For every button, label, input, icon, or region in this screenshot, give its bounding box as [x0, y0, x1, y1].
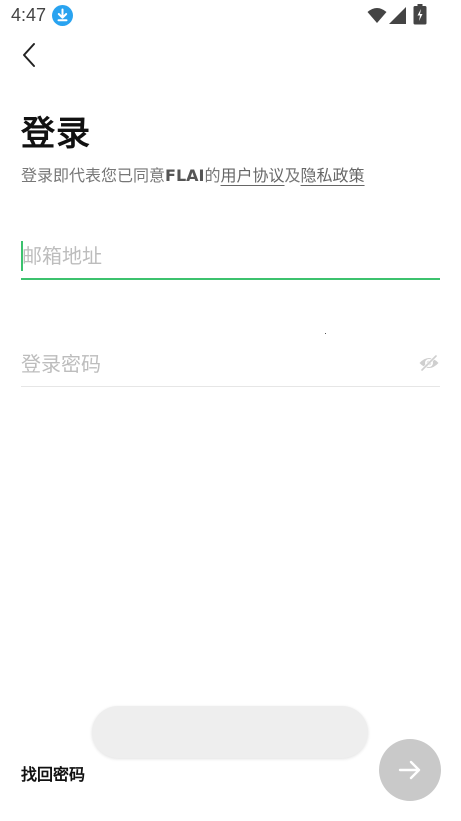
privacy-link[interactable]: 隐私政策: [301, 166, 365, 185]
agreement-connector: 及: [284, 166, 301, 185]
wifi-icon: [367, 8, 387, 23]
password-field[interactable]: [21, 340, 440, 387]
status-time: 4:47: [11, 5, 47, 25]
signal-icon: [389, 7, 406, 24]
forgot-password-link[interactable]: 找回密码: [21, 761, 85, 785]
back-button[interactable]: [12, 38, 46, 72]
status-bar: 4:47: [0, 0, 461, 32]
terms-link[interactable]: 用户协议: [221, 166, 285, 185]
download-icon: [52, 5, 73, 26]
arrow-right-icon: [398, 760, 421, 780]
brand-name: FLAI: [165, 166, 205, 185]
eye-off-icon[interactable]: [418, 352, 440, 374]
agreement-prefix: 登录即代表您已同意: [21, 166, 166, 185]
submit-button[interactable]: [379, 739, 441, 801]
battery-icon: [413, 4, 427, 25]
toast-pill: [92, 706, 368, 758]
artifact-dot: [325, 333, 326, 334]
login-screen: 4:47 登录 登录即代表您已同意FLAI的用户协议及隐私政策 邮箱地址 找回密…: [0, 0, 461, 821]
password-input[interactable]: [21, 346, 401, 382]
page-title: 登录: [21, 114, 91, 154]
email-field[interactable]: [21, 232, 441, 280]
email-input[interactable]: [21, 238, 441, 274]
agreement-connector: 的: [204, 166, 221, 185]
chevron-left-icon: [23, 43, 35, 67]
agreement-text: 登录即代表您已同意FLAI的用户协议及隐私政策: [21, 162, 365, 186]
